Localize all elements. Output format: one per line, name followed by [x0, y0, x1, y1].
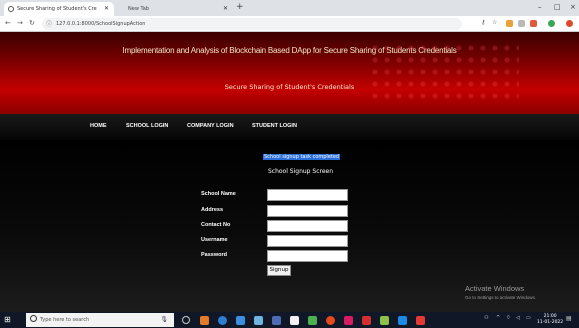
form-title: School Signup Screen: [267, 168, 334, 175]
address-bar: ← → ↻ ⓘ 127.0.0.1:8000/SchoolSignupActio…: [0, 16, 579, 32]
address-input[interactable]: [267, 205, 348, 217]
app-icon[interactable]: [380, 316, 389, 325]
app-icon[interactable]: [344, 316, 353, 325]
site-subtitle: Secure Sharing of Student's Credentials: [224, 83, 355, 91]
extension-icon[interactable]: [530, 20, 537, 27]
taskbar-search-box[interactable]: Type here to search 🎙: [26, 313, 174, 327]
watermark-subtitle: Go to Settings to activate Windows.: [465, 295, 537, 300]
menu-item-company-login[interactable]: COMPANY LOGIN: [187, 123, 234, 129]
extension-icon[interactable]: [548, 20, 555, 27]
main-content: School signup task completed School Sign…: [0, 140, 579, 312]
browser-tab-bar: Secure Sharing of Student's Cre ✕ New Ta…: [0, 0, 579, 16]
tab-new[interactable]: New Tab ✕: [115, 2, 233, 16]
tab-active[interactable]: Secure Sharing of Student's Cre ✕: [4, 2, 114, 16]
password-input[interactable]: [267, 250, 348, 262]
url-text: 127.0.0.1:8000/SchoolSignupAction: [56, 21, 146, 27]
school-name-input[interactable]: [267, 189, 348, 201]
new-tab-button[interactable]: +: [236, 2, 244, 12]
menu-item-home[interactable]: HOME: [90, 123, 107, 129]
browser-app-icon[interactable]: [218, 316, 227, 325]
reload-icon[interactable]: ↻: [29, 19, 35, 27]
speaker-icon[interactable]: ◁: [516, 315, 520, 321]
extension-icon[interactable]: [518, 20, 525, 27]
app-icon[interactable]: [398, 316, 407, 325]
globe-icon: [8, 6, 14, 12]
profile-icon[interactable]: [566, 20, 573, 27]
minimize-button[interactable]: –: [538, 3, 542, 11]
maximize-button[interactable]: □: [554, 3, 561, 11]
task-view-icon[interactable]: [182, 316, 190, 324]
chevron-up-icon[interactable]: ^: [496, 315, 500, 321]
back-arrow-icon[interactable]: ←: [5, 19, 11, 27]
main-menu: HOME SCHOOL LOGIN COMPANY LOGIN STUDENT …: [0, 114, 579, 140]
app-icon[interactable]: [308, 316, 317, 325]
status-message: School signup task completed: [263, 154, 341, 160]
app-icon[interactable]: [200, 316, 209, 325]
key-icon[interactable]: ⚷: [481, 19, 485, 26]
field-label-school-name: School Name: [201, 191, 236, 197]
app-icon[interactable]: [254, 316, 263, 325]
contact-no-input[interactable]: [267, 220, 348, 232]
tab-label: Secure Sharing of Student's Cre: [17, 6, 97, 12]
field-label-password: Password: [201, 252, 227, 258]
app-icon[interactable]: [362, 316, 371, 325]
close-icon[interactable]: ✕: [223, 5, 228, 12]
battery-icon[interactable]: ▭: [526, 315, 531, 321]
menu-item-student-login[interactable]: STUDENT LOGIN: [252, 123, 297, 129]
people-icon[interactable]: ⚇: [484, 315, 488, 321]
forward-arrow-icon[interactable]: →: [17, 19, 23, 27]
username-input[interactable]: [267, 235, 348, 247]
app-icon[interactable]: [290, 316, 299, 325]
signup-button[interactable]: Signup: [267, 265, 291, 276]
clock-date: 11-01-2022: [537, 320, 564, 325]
search-icon: [30, 315, 37, 322]
close-icon[interactable]: ✕: [104, 5, 109, 12]
app-icon[interactable]: [236, 316, 245, 325]
search-placeholder: Type here to search: [40, 317, 90, 323]
field-label-address: Address: [201, 207, 224, 213]
site-header: Implementation and Analysis of Blockchai…: [0, 32, 579, 114]
extension-icon[interactable]: [506, 20, 513, 27]
field-label-username: Username: [201, 237, 228, 243]
close-window-button[interactable]: ×: [570, 3, 576, 11]
url-field[interactable]: ⓘ 127.0.0.1:8000/SchoolSignupAction: [42, 18, 462, 30]
app-icon[interactable]: [326, 316, 335, 325]
star-icon[interactable]: ☆: [492, 19, 497, 26]
tab-label: New Tab: [128, 6, 149, 12]
field-label-contact-no: Contact No: [201, 222, 231, 228]
windows-start-icon[interactable]: ⊞: [4, 316, 12, 324]
watermark-title: Activate Windows: [465, 284, 525, 293]
windows-taskbar: ⊞ Type here to search 🎙 ⚇ ^ ⌔ ◁ ▭ 21:00 …: [0, 312, 579, 328]
notification-icon[interactable]: ▤: [566, 315, 572, 322]
app-icon[interactable]: [272, 316, 281, 325]
screen: Secure Sharing of Student's Cre ✕ New Ta…: [0, 0, 579, 328]
info-icon: ⓘ: [46, 21, 53, 28]
microphone-icon[interactable]: 🎙: [160, 316, 168, 323]
activate-windows-watermark: Activate Windows Go to Settings to activ…: [465, 284, 536, 300]
network-icon[interactable]: ⌔: [506, 315, 511, 321]
site-title: Implementation and Analysis of Blockchai…: [122, 46, 457, 55]
taskbar-clock[interactable]: 21:00 11-01-2022: [537, 314, 563, 326]
menu-item-school-login[interactable]: SCHOOL LOGIN: [126, 123, 168, 129]
app-icon[interactable]: [416, 316, 425, 325]
